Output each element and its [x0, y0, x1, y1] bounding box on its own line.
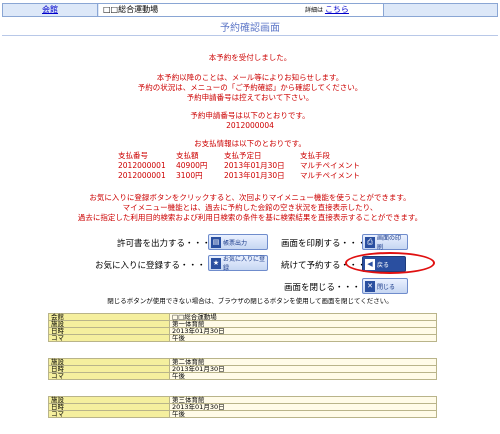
table-row: コマ 午後 — [48, 334, 437, 342]
booking-key: 会館 — [48, 313, 170, 321]
booking-value: 2013年01月30日 — [169, 327, 437, 335]
booking-key: 日時 — [48, 403, 170, 411]
booking-value: 2013年01月30日 — [169, 403, 437, 411]
app-number-label: 予約申請番号は以下のとおりです。 — [190, 111, 310, 120]
highlight-oval — [345, 252, 435, 274]
payment-cell: 2012000001 — [118, 171, 166, 180]
payment-cell: 2013年01月30日 — [224, 171, 285, 180]
booking-key: 施設 — [48, 358, 170, 366]
table-row: 日時 2013年01月30日 — [48, 327, 437, 335]
booking-key: 日時 — [48, 365, 170, 373]
booking-key: 施設 — [48, 320, 170, 328]
booking-key: 施設 — [48, 396, 170, 404]
booking-key: コマ — [48, 372, 170, 380]
payment-header-row: 支払番号 支払額 支払予定日 支払手段 — [118, 151, 380, 161]
print-permit-button-label: 帳票出力 — [223, 239, 248, 247]
payment-table: 支払番号 支払額 支払予定日 支払手段 2012000001 40900円 2013年01… — [118, 151, 380, 181]
favorites-note-2: マイメニュー機能とは、過去に予約した会館の空き状況を直接表示したり、 — [122, 203, 378, 212]
table-row: 日時 2013年01月30日 — [48, 365, 437, 373]
table-row: コマ 午後 — [48, 372, 437, 380]
booking-key: 日時 — [48, 327, 170, 335]
booking-table: 施設 第三体育館 日時 2013年01月30日 コマ 午後 — [48, 396, 437, 418]
favorite-label: お気に入りに登録する・・・ — [95, 261, 206, 271]
payment-header: 支払番号 — [118, 151, 148, 160]
payment-row: 2012000001 3100円 2013年01月30日 マルチペイメント — [118, 171, 380, 181]
booking-table: 施設 第二体育館 日時 2013年01月30日 コマ 午後 — [48, 358, 437, 380]
detail-cell: 詳細は こちら — [305, 4, 385, 16]
table-row: 日時 2013年01月30日 — [48, 403, 437, 411]
booking-table: 会館 □□総合運動場 施設 第一体育館 日時 2013年01月30日 コマ 午後 — [48, 313, 437, 342]
payment-cell: マルチペイメント — [300, 171, 360, 180]
add-favorite-button-label: お気に入りに登録 — [223, 256, 266, 272]
payment-cell: 40900円 — [176, 161, 208, 170]
accepted-message: 本予約を受付しました。 — [208, 53, 292, 62]
booking-value: 午後 — [169, 410, 437, 418]
booking-value: 午後 — [169, 334, 437, 342]
facility-header: 会館 □□総合運動場 詳細は こちら — [2, 3, 498, 17]
payment-row: 2012000001 40900円 2013年01月30日 マルチペイメント — [118, 161, 380, 171]
payment-cell: マルチペイメント — [300, 161, 360, 170]
document-icon: ▤ — [211, 236, 221, 248]
print-screen-button[interactable]: ⎙ 画面の印刷 — [362, 234, 408, 251]
notice-line-3: 予約申請番号は控えておいて下さい。 — [186, 93, 314, 102]
print-screen-label: 画面を印刷する・・・ — [281, 239, 367, 249]
notice-line-1: 本予約以降のことは、メール等によりお知らせします。 — [156, 73, 344, 82]
payment-header: 支払額 — [176, 151, 199, 160]
payment-label: お支払情報は以下のとおりです。 — [194, 139, 306, 148]
booking-key: コマ — [48, 410, 170, 418]
close-button-label: 閉じる — [377, 283, 396, 291]
print-screen-button-label: 画面の印刷 — [377, 235, 402, 251]
table-row: 会館 □□総合運動場 — [48, 313, 437, 321]
table-row: 施設 第一体育館 — [48, 320, 437, 328]
facility-link-cell: 会館 — [3, 4, 98, 16]
facility-link[interactable]: 会館 — [42, 5, 58, 14]
notice-line-2: 予約の状況は、メニューの「ご予約確認」から確認してください。 — [137, 83, 363, 92]
payment-header: 支払予定日 — [224, 151, 262, 160]
table-row: 施設 第二体育館 — [48, 358, 437, 366]
close-button[interactable]: ✕ 閉じる — [362, 278, 408, 294]
close-icon: ✕ — [365, 280, 375, 292]
booking-key: コマ — [48, 334, 170, 342]
detail-link[interactable]: こちら — [325, 5, 349, 14]
print-permit-button[interactable]: ▤ 帳票出力 — [208, 234, 268, 250]
close-label: 画面を閉じる・・・ — [284, 283, 361, 293]
table-row: 施設 第三体育館 — [48, 396, 437, 404]
star-icon: ★ — [211, 257, 221, 269]
print-permit-label: 許可書を出力する・・・ — [117, 239, 211, 249]
title-divider — [2, 35, 498, 36]
booking-value: □□総合運動場 — [169, 313, 437, 321]
payment-cell: 3100円 — [176, 171, 203, 180]
favorites-note-1: お気に入りに登録ボタンをクリックすると、次回よりマイメニュー機能を使うことができ… — [89, 193, 411, 202]
detail-label: 詳細は — [305, 7, 324, 14]
booking-value: 午後 — [169, 372, 437, 380]
table-row: コマ 午後 — [48, 410, 437, 418]
printer-icon: ⎙ — [365, 236, 375, 248]
booking-value: 2013年01月30日 — [169, 365, 437, 373]
add-favorite-button[interactable]: ★ お気に入りに登録 — [208, 255, 268, 272]
close-note: 閉じるボタンが使用できない場合は、ブラウザの閉じるボタンを使用して画面を閉じてく… — [107, 297, 393, 305]
favorites-note-3: 過去に指定した利用目的検索および利用日検索の条件を基に検索結果を直接表示すること… — [77, 213, 423, 222]
payment-cell: 2012000001 — [118, 161, 166, 170]
payment-header: 支払手段 — [300, 151, 330, 160]
page-title: 予約確認画面 — [220, 23, 280, 34]
payment-cell: 2013年01月30日 — [224, 161, 285, 170]
app-number: 2012000004 — [226, 121, 274, 130]
